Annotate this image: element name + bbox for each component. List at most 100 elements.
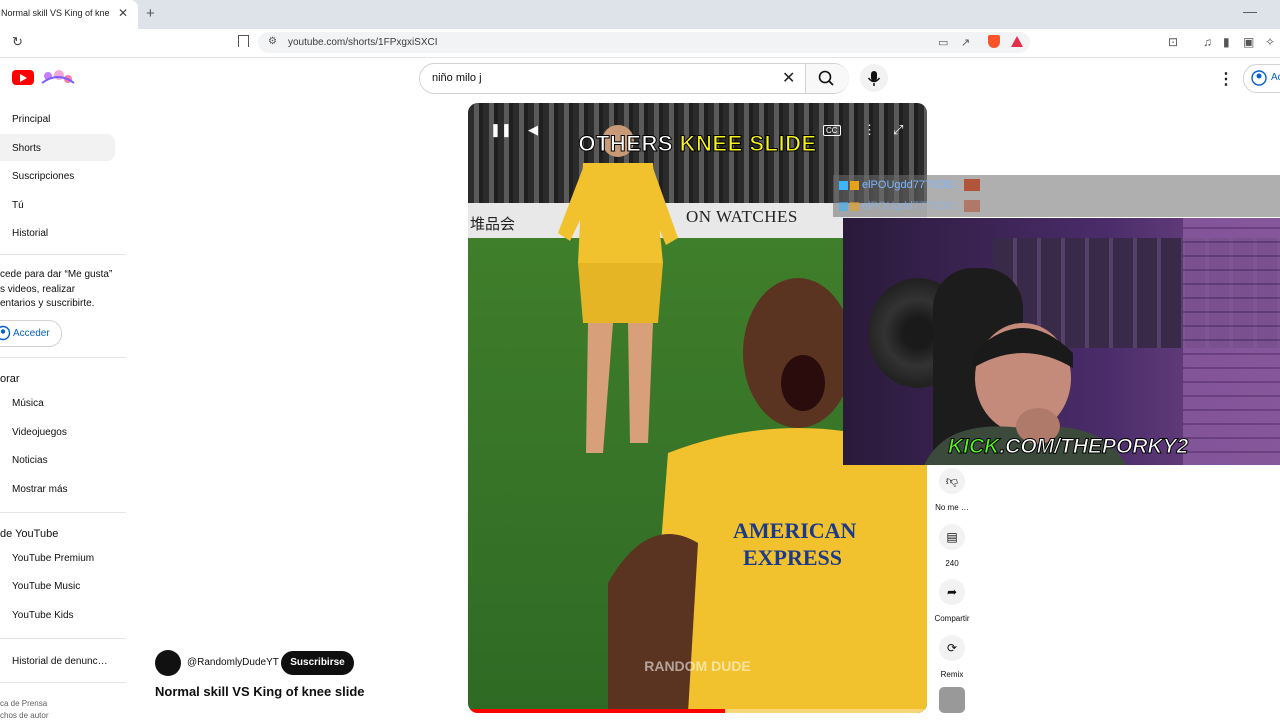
extensions-icon[interactable]: ✧ [1265, 35, 1275, 49]
sign-in-button[interactable]: Ac [1243, 64, 1280, 93]
video-progress-bar[interactable] [468, 709, 927, 713]
sign-in-prompt: cede para dar “Me gusta” s videos, reali… [0, 268, 118, 312]
minimize-icon[interactable]: — [1243, 3, 1257, 19]
sidebar-item-history[interactable]: Historial [12, 228, 48, 239]
pause-icon[interactable]: ❚❚ [490, 122, 512, 138]
new-tab-icon[interactable]: + [146, 5, 155, 22]
sidebar-item-you[interactable]: Tú [12, 200, 24, 211]
chat-emote-icon [964, 200, 981, 213]
url-text[interactable]: youtube.com/shorts/1FPxgxiSXCI [288, 37, 438, 48]
account-icon [1251, 70, 1267, 86]
more-from-youtube-heading: de YouTube [0, 528, 59, 540]
video-title[interactable]: Normal skill VS King of knee slide [155, 684, 365, 699]
reload-icon[interactable]: ↻ [12, 34, 23, 50]
sidebar-toggle-icon[interactable]: ▮ [1223, 35, 1230, 49]
sidebar-item-shorts[interactable]: Shorts [12, 143, 41, 154]
remix-label: Remix [940, 670, 964, 679]
remix-button[interactable]: ⟳ [939, 635, 965, 661]
browser-tab-strip: Normal skill VS King of knee ✕ + — [0, 0, 1280, 29]
dislike-button[interactable]: 👎︎ [939, 468, 965, 494]
sidebar-item-gaming[interactable]: Videojuegos [12, 427, 67, 438]
overlay-title-white: OTHERS [578, 131, 680, 157]
account-icon [0, 325, 11, 341]
kick-prefix: KICK [947, 435, 1000, 459]
sidebar-item-music[interactable]: Música [12, 398, 44, 409]
thumbs-down-icon: 👎︎ [945, 474, 959, 488]
more-options-icon[interactable]: ⋮ [863, 122, 876, 138]
sidebar-divider [0, 682, 126, 683]
sidebar-divider [0, 638, 126, 639]
sidebar-item-youtube-kids[interactable]: YouTube Kids [12, 610, 74, 621]
webcam-brick-wall [1183, 218, 1280, 465]
comments-button[interactable]: ▤ [939, 524, 965, 550]
microphone-icon [867, 71, 881, 86]
video-progress-fill [468, 709, 726, 713]
comments-count: 240 [945, 559, 959, 568]
kick-channel-watermark: KICK.COM/THEPORKY2 [947, 435, 1189, 459]
video-watermark: RANDOM DUDE [644, 658, 751, 674]
channel-avatar[interactable] [155, 650, 181, 676]
address-bar[interactable]: ⚙ youtube.com/shorts/1FPxgxiSXCI ▭ ↗ [258, 32, 1030, 53]
svg-text:AMERICAN: AMERICAN [733, 518, 857, 543]
search-input[interactable]: niño milo j [432, 72, 482, 84]
brave-shields-icon[interactable] [988, 35, 1000, 48]
banner-text: ON WATCHES [686, 207, 798, 226]
sound-thumbnail-button[interactable] [939, 687, 965, 713]
fullscreen-icon[interactable]: ⤢ [893, 122, 903, 138]
sign-in-label: Ac [1271, 72, 1280, 83]
chat-username: elPOUgdd777XDD : [862, 200, 961, 212]
doodle-icon[interactable] [40, 67, 76, 87]
sidebar-item-show-more[interactable]: Mostrar más [12, 484, 68, 495]
sign-in-prompt-line: s videos, realizar [0, 283, 76, 295]
explore-heading: orar [0, 373, 20, 385]
stream-chat-overlay: elPOUgdd777XDD : elPOUgdd777XDD : [833, 175, 1280, 217]
cast-icon[interactable]: ▭ [938, 36, 948, 49]
youtube-logo-icon[interactable] [12, 70, 34, 85]
footer-links[interactable]: ca de Prensa [0, 699, 47, 708]
svg-text:EXPRESS: EXPRESS [743, 545, 842, 570]
media-icon[interactable]: ♫ [1203, 35, 1212, 49]
sidebar-divider [0, 254, 126, 255]
chat-emote-icon [964, 179, 981, 192]
share-button[interactable]: ➦ [939, 579, 965, 605]
close-tab-icon[interactable]: ✕ [118, 6, 128, 20]
banner-kanji: 堆品会 [470, 216, 516, 233]
chat-message: elPOUgdd777XDD : [839, 200, 981, 213]
site-info-icon[interactable]: ⚙ [268, 36, 277, 47]
voice-search-button[interactable] [860, 64, 888, 92]
search-icon [818, 70, 834, 86]
sidebar-item-principal[interactable]: Principal [12, 114, 50, 125]
chat-message: elPOUgdd777XDD : [839, 179, 981, 192]
captions-icon[interactable]: CC [823, 125, 841, 136]
share-page-icon[interactable]: ↗ [961, 36, 970, 49]
chat-badge-icon [850, 201, 859, 211]
streamer-webcam [843, 218, 1280, 465]
screenshot-icon[interactable]: ⊡ [1168, 35, 1178, 49]
tab-title: Normal skill VS King of knee [1, 8, 109, 18]
browser-tab[interactable]: Normal skill VS King of knee ✕ [0, 0, 138, 29]
search-box[interactable]: niño milo j ✕ [419, 63, 849, 94]
sidebar-sign-in-button[interactable]: Acceder [0, 320, 62, 347]
search-button[interactable] [805, 64, 849, 93]
share-label: Compartir [934, 614, 970, 623]
sidebar-item-youtube-music[interactable]: YouTube Music [12, 581, 80, 592]
volume-icon[interactable]: ◀ [528, 122, 538, 138]
sidebar-item-report-history[interactable]: Historial de denunc… [12, 656, 108, 667]
sidebar-item-subscriptions[interactable]: Suscripciones [12, 171, 74, 182]
sidebar-item-news[interactable]: Noticias [12, 455, 48, 466]
channel-handle[interactable]: @RandomlyDudeYT [187, 657, 279, 668]
comment-icon: ▤ [946, 530, 958, 544]
address-bar-row: ↻ ⚙ youtube.com/shorts/1FPxgxiSXCI ▭ ↗ ⊡… [0, 29, 1280, 58]
settings-menu-icon[interactable]: ⋮ [1218, 69, 1234, 89]
share-icon: ➦ [946, 585, 958, 599]
wallet-icon[interactable]: ▣ [1243, 35, 1254, 49]
subscribe-button[interactable]: Suscribirse [281, 651, 354, 675]
clear-search-icon[interactable]: ✕ [782, 68, 795, 88]
kick-suffix: .COM/THEPORKY2 [999, 435, 1189, 459]
sidebar-item-youtube-premium[interactable]: YouTube Premium [12, 553, 94, 564]
footer-links[interactable]: chos de autor [0, 711, 48, 720]
bookmark-icon[interactable] [238, 35, 249, 47]
dislike-label: No me … [935, 503, 969, 512]
chat-badge-icon [850, 180, 859, 190]
brave-rewards-icon[interactable] [1011, 36, 1023, 47]
